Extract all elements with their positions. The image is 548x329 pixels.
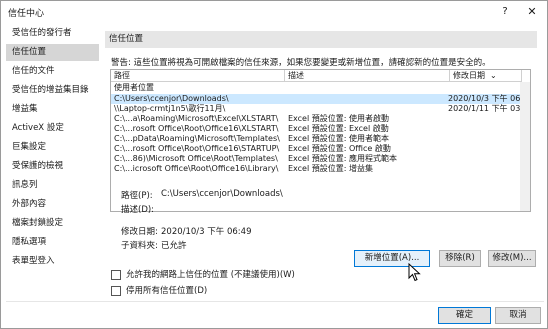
sidebar-item-privacy-options[interactable]: 隱私選項 xyxy=(6,234,99,251)
sidebar-item-activex-settings[interactable]: ActiveX 設定 xyxy=(6,120,99,137)
detail-subfolders-value: 已允許 xyxy=(161,241,187,251)
table-row[interactable]: C:\...rosoft Office\Root\Office16\XLSTAR… xyxy=(111,124,530,134)
sidebar-item-file-block-settings[interactable]: 檔案封鎖設定 xyxy=(6,215,99,232)
disable-all-locations-label[interactable]: 停用所有信任位置(D) xyxy=(126,285,207,297)
sidebar-item-protected-view[interactable]: 受保護的檢視 xyxy=(6,158,99,175)
window-title: 信任中心 xyxy=(8,9,45,19)
help-button[interactable]: ? xyxy=(497,4,513,20)
row-description: Excel 預設位置: 使用者啟動 xyxy=(288,114,389,123)
row-description: Excel 預設位置: 應用程式範本 xyxy=(288,154,397,163)
table-row[interactable]: C:\...86)\Microsoft Office\Root\Template… xyxy=(111,154,530,164)
vertical-scrollbar[interactable] xyxy=(520,82,530,211)
sidebar-item-form-based-signin[interactable]: 表單型登入 xyxy=(6,253,99,270)
table-row[interactable]: \\Laptop-crmtj1n5\歌行11月\ 2020/1/11 下午 03… xyxy=(111,104,530,114)
sidebar: 受信任的發行者 信任位置 信任的文件 受信任的增益集目錄 增益集 ActiveX… xyxy=(6,25,99,301)
group-label-user-locations: 使用者位置 xyxy=(114,83,154,92)
cancel-button[interactable]: 取消 xyxy=(495,307,541,324)
detail-path-value: C:\Users\ccenjor\Downloads\ xyxy=(161,189,283,199)
row-modified: 2020/10/3 下午 06:49 xyxy=(448,94,528,103)
disable-all-locations-checkbox[interactable] xyxy=(111,286,121,296)
row-description: Excel 預設位置: Excel 啟動 xyxy=(288,124,389,133)
sidebar-item-external-content[interactable]: 外部內容 xyxy=(6,196,99,213)
warning-text: 警告: 這些位置將視為可開啟檔案的信任來源，如果您要變更或新增位置，請確認新的位… xyxy=(111,58,491,68)
column-header-path[interactable]: 路徑 xyxy=(111,70,285,82)
row-description: Excel 預設位置: 增益集 xyxy=(288,164,373,173)
column-header-description[interactable]: 描述 xyxy=(285,70,450,82)
row-description: Excel 預設位置: Office 啟動 xyxy=(288,144,391,153)
close-button[interactable]: ✕ xyxy=(524,4,540,20)
table-row[interactable]: C:\...rosoft Office\Root\Office16\STARTU… xyxy=(111,144,530,154)
column-header-modified[interactable]: 修改日期 ⌄ xyxy=(450,70,522,82)
detail-path-label: 路徑(P): xyxy=(121,191,153,201)
title-bar: 信任中心 ? ✕ xyxy=(1,1,547,23)
row-path: C:\...rosoft Office\Root\Office16\STARTU… xyxy=(114,144,280,153)
column-header-modified-label: 修改日期 xyxy=(453,71,485,80)
table-row[interactable]: C:\...a\Roaming\Microsoft\Excel\XLSTART\… xyxy=(111,114,530,124)
footer-separator xyxy=(6,301,544,302)
sidebar-item-macro-settings[interactable]: 巨集設定 xyxy=(6,139,99,156)
ok-button[interactable]: 確定 xyxy=(438,307,491,324)
row-path: \\Laptop-crmtj1n5\歌行11月\ xyxy=(114,104,226,113)
row-path: C:\...pData\Roaming\Microsoft\Templates\ xyxy=(114,134,280,143)
trust-center-dialog: 信任中心 ? ✕ 受信任的發行者 信任位置 信任的文件 受信任的增益集目錄 增益… xyxy=(0,0,548,329)
sidebar-item-addins[interactable]: 增益集 xyxy=(6,101,99,118)
row-description: Excel 預設位置: 使用者範本 xyxy=(288,134,389,143)
row-modified: 2020/1/11 下午 03:03 xyxy=(448,104,528,113)
allow-network-locations-label[interactable]: 允許我的網路上信任的位置 (不建議使用)(W) xyxy=(126,269,295,281)
row-path: C:\...86)\Microsoft Office\Root\Template… xyxy=(114,154,278,163)
sidebar-item-message-bar[interactable]: 訊息列 xyxy=(6,177,99,194)
allow-network-locations-checkbox[interactable] xyxy=(111,270,121,280)
sidebar-item-trusted-publishers[interactable]: 受信任的發行者 xyxy=(6,25,99,42)
table-row[interactable]: C:\Users\ccenjor\Downloads\ 2020/10/3 下午… xyxy=(111,94,530,104)
sort-down-icon: ⌄ xyxy=(490,71,497,80)
mouse-cursor-icon xyxy=(408,263,421,282)
row-path: C:\Users\ccenjor\Downloads\ xyxy=(114,94,229,103)
detail-modified-label: 修改日期: xyxy=(121,227,158,237)
modify-button[interactable]: 修改(M)... xyxy=(488,250,536,267)
detail-modified-value: 2020/10/3 下午 06:49 xyxy=(161,227,252,237)
detail-description-label: 描述(D): xyxy=(121,205,155,215)
table-row[interactable]: C:\...pData\Roaming\Microsoft\Templates\… xyxy=(111,134,530,144)
sidebar-item-trusted-locations[interactable]: 信任位置 xyxy=(6,44,99,61)
row-path: C:\...rosoft Office\Root\Office16\XLSTAR… xyxy=(114,124,279,133)
detail-subfolders-label: 子資料夾: xyxy=(121,241,158,251)
remove-button[interactable]: 移除(R) xyxy=(439,250,481,267)
section-title: 信任位置 xyxy=(105,31,537,48)
row-path: C:\...a\Roaming\Microsoft\Excel\XLSTART\ xyxy=(114,114,279,123)
table-row[interactable]: C:\...icrosoft Office\Root\Office16\Libr… xyxy=(111,164,530,174)
sidebar-item-trusted-addin-catalogs[interactable]: 受信任的增益集目錄 xyxy=(6,82,99,99)
row-path: C:\...icrosoft Office\Root\Office16\Libr… xyxy=(114,164,279,173)
sidebar-item-trusted-documents[interactable]: 信任的文件 xyxy=(6,63,99,80)
